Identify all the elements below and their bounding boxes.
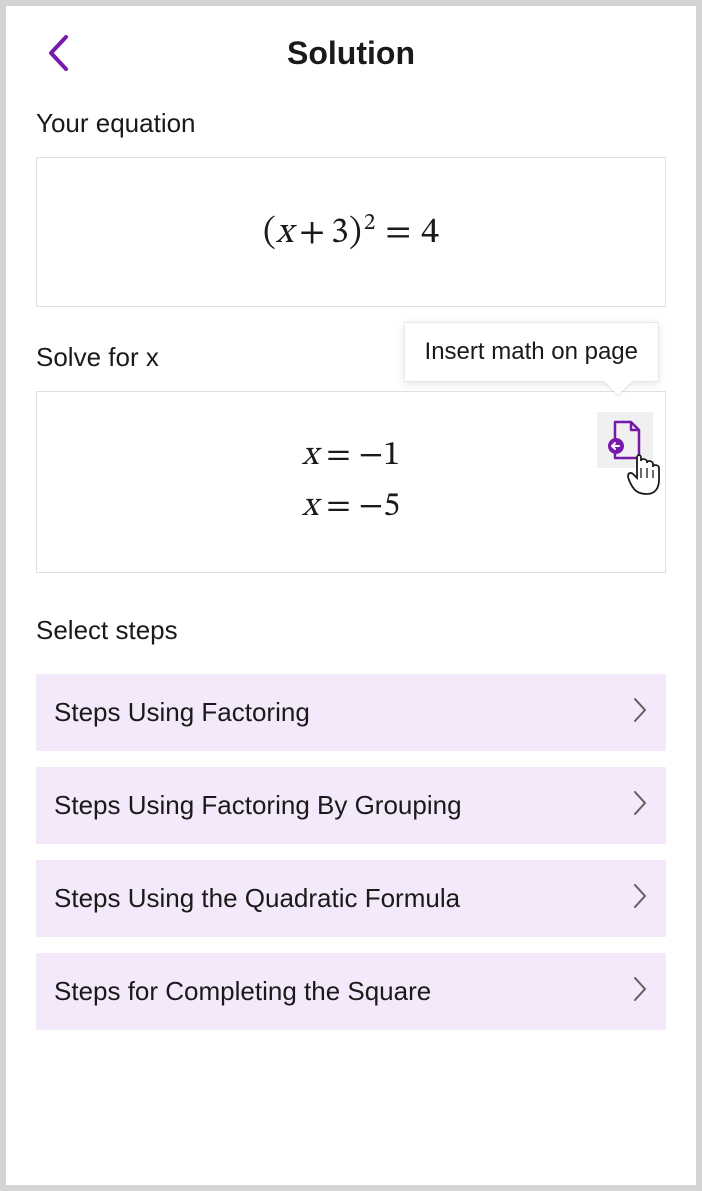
header: Solution: [36, 28, 666, 78]
chevron-right-icon: [632, 789, 648, 822]
page-title: Solution: [36, 35, 666, 72]
chevron-right-icon: [632, 882, 648, 915]
step-option-quadratic-formula[interactable]: Steps Using the Quadratic Formula: [36, 860, 666, 937]
step-option-completing-square[interactable]: Steps for Completing the Square: [36, 953, 666, 1030]
step-label: Steps Using the Quadratic Formula: [54, 883, 460, 914]
step-label: Steps Using Factoring: [54, 697, 310, 728]
chevron-left-icon: [45, 33, 71, 73]
chevron-right-icon: [632, 975, 648, 1008]
equation-expression: (x+3)2=4: [57, 208, 645, 256]
solution-panel: Solution Your equation (x+3)2=4 Solve fo…: [6, 6, 696, 1185]
step-label: Steps Using Factoring By Grouping: [54, 790, 462, 821]
solution-display-box: Insert math on page x=−1 x=−5: [36, 391, 666, 573]
chevron-right-icon: [632, 696, 648, 729]
step-option-factoring[interactable]: Steps Using Factoring: [36, 674, 666, 751]
select-steps-heading: Select steps: [36, 615, 666, 646]
your-equation-heading: Your equation: [36, 108, 666, 139]
solution-line-2: x=−5: [57, 486, 645, 529]
insert-page-icon: [607, 420, 643, 460]
step-label: Steps for Completing the Square: [54, 976, 431, 1007]
step-option-factoring-grouping[interactable]: Steps Using Factoring By Grouping: [36, 767, 666, 844]
insert-math-button[interactable]: [597, 412, 653, 468]
insert-math-tooltip: Insert math on page: [404, 322, 659, 382]
equation-display-box: (x+3)2=4: [36, 157, 666, 307]
back-button[interactable]: [36, 31, 80, 75]
solution-line-1: x=−1: [57, 435, 645, 478]
